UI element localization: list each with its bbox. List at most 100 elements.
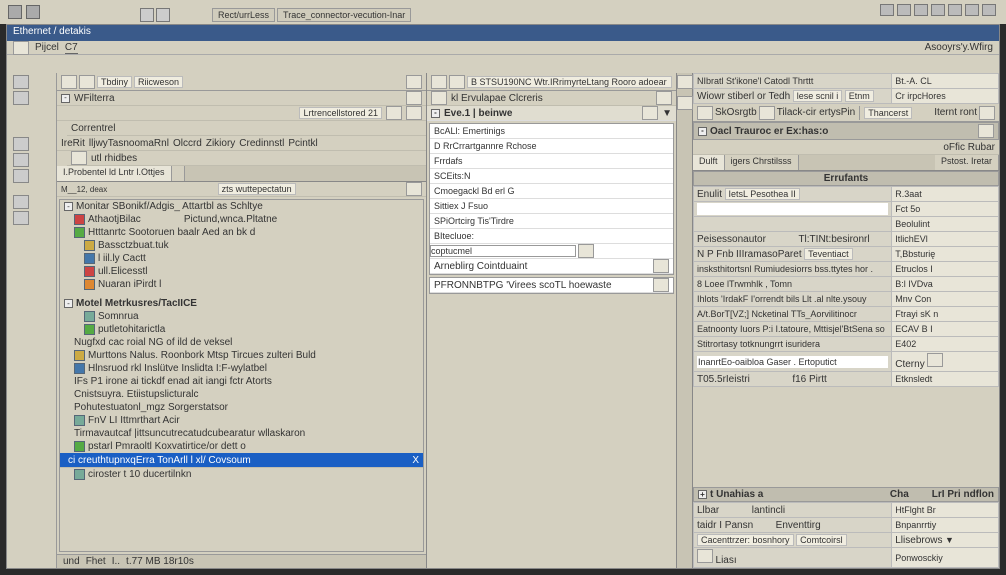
tool-icon[interactable] <box>979 106 995 120</box>
btn[interactable]: Etnm <box>845 90 874 102</box>
tool-label[interactable]: Thancerst <box>864 107 912 119</box>
tree-node[interactable]: Hlnsruod rkl Inslütve Inslidta I:F-wylat… <box>88 363 267 374</box>
prop-val[interactable]: Beolulint <box>892 217 999 232</box>
list-item[interactable]: BcALl: Emertinigs <box>430 124 673 139</box>
tree-node[interactable]: Cnistsuyra. Etiistupslicturalc <box>74 389 198 400</box>
app-icon[interactable] <box>156 8 170 22</box>
edit-icon[interactable] <box>656 91 672 105</box>
prop-val[interactable]: Ftrayi sK n <box>892 307 999 322</box>
tree-node[interactable]: Bassctzbuat.tuk <box>98 240 169 251</box>
menu-item[interactable]: Credinnstl <box>239 138 284 149</box>
prop-input[interactable] <box>697 203 888 215</box>
tree-node[interactable]: FnV LI Ittmrthart Acir <box>88 415 180 426</box>
tool-icon[interactable] <box>431 75 447 89</box>
sys-menu-label[interactable]: Asooyrs'y.Wfirg <box>925 42 993 53</box>
list-item[interactable]: PFRONNBTPG 'Virees scoTL hoewaste <box>430 278 673 293</box>
tree-node[interactable]: IFs P1 irone ai tickdf enad ait iangi fc… <box>74 376 272 387</box>
app-icon[interactable] <box>26 5 40 19</box>
prop-val[interactable]: Ponwosckiy <box>892 548 999 568</box>
list-item[interactable] <box>430 244 673 259</box>
prop-val[interactable]: Fct 5o <box>892 202 999 217</box>
dropdown-icon[interactable] <box>386 106 402 120</box>
tool-icon[interactable] <box>61 75 77 89</box>
tool-icon[interactable] <box>697 549 713 563</box>
gutter-icon[interactable] <box>13 169 29 183</box>
top-tab[interactable]: Rect/urrLess <box>212 8 275 22</box>
splitter-icon[interactable] <box>677 75 693 89</box>
tree-root[interactable]: Monitar SBonikf/Adgis_ Attartbl as Schlt… <box>76 201 263 212</box>
action-icon[interactable] <box>653 278 669 292</box>
breadcrumb[interactable]: Lrtrencellstored 21 <box>299 107 382 119</box>
tray-icon[interactable] <box>965 4 979 16</box>
top-tab[interactable]: Trace_connector-vecution-Inar <box>277 8 411 22</box>
expand-icon[interactable]: - <box>61 94 70 103</box>
field[interactable]: Cacenttrzer: bosnhory <box>697 534 794 546</box>
tree-node[interactable]: Nuaran iPirdt l <box>98 279 161 290</box>
search-field[interactable]: zts wuttepectatun <box>218 183 296 195</box>
tab[interactable]: I.Probentel ld Lntr l.Ottjes <box>57 166 172 181</box>
list-item[interactable]: Sittiex J Fsuo <box>430 199 673 214</box>
list-item[interactable]: D RrCrrartgannre Rchose <box>430 139 673 154</box>
tab[interactable]: Pstost. Iretar <box>935 155 999 170</box>
prop-val[interactable]: ItlichEVl <box>892 232 999 247</box>
prop-val[interactable]: T,Bbsturię <box>892 247 999 262</box>
tool-icon[interactable] <box>759 106 775 120</box>
prop-val[interactable]: Etknsledt <box>892 372 999 387</box>
list-item[interactable]: SCEits:N <box>430 169 673 184</box>
prop-input[interactable] <box>697 356 888 368</box>
gutter-icon[interactable] <box>13 75 29 89</box>
tool-icon[interactable] <box>13 41 29 55</box>
tree-node-selected[interactable]: ci creuthtupnxqErra TonArll l xl/ Covsou… <box>60 453 423 468</box>
dropdown-icon[interactable] <box>578 244 594 258</box>
file-tab[interactable]: WFilterra <box>74 93 115 104</box>
tree-node[interactable]: ull.Elicesstl <box>98 266 147 277</box>
tree-node[interactable]: Murttons Nalus. Roonbork Mtsp Tircues zu… <box>88 350 316 361</box>
tree-node[interactable]: putletohitarictla <box>98 324 165 335</box>
menu-item[interactable]: IreRit <box>61 138 85 149</box>
prop-val[interactable]: Bnpanrrtiy <box>892 518 999 533</box>
app-icon[interactable] <box>140 8 154 22</box>
tree-node[interactable]: l iil.ly Cactt <box>98 253 146 264</box>
gutter-icon[interactable] <box>13 211 29 225</box>
tool-icon[interactable] <box>431 91 447 105</box>
search-icon[interactable] <box>406 182 422 196</box>
section-header[interactable]: +t Unahias aChaLrI Pri ndflon <box>693 487 999 502</box>
tray-icon[interactable] <box>897 4 911 16</box>
tool-icon[interactable] <box>79 75 95 89</box>
tray-icon[interactable] <box>880 4 894 16</box>
field[interactable]: IetsL Pesothea II <box>725 188 800 200</box>
tool-label[interactable]: Riicweson <box>134 76 183 88</box>
splitter[interactable] <box>677 73 693 568</box>
prop-val[interactable]: ECAV B I <box>892 322 999 337</box>
tool-icon[interactable] <box>406 91 422 105</box>
tree-node[interactable]: Nugfxd cac roial NG of ild de veksel <box>74 337 232 348</box>
dropdown-icon[interactable] <box>406 106 422 120</box>
menu-item[interactable]: lljwyTasnoomaRnl <box>89 138 169 149</box>
tree-node[interactable]: Pictund,wnca.Pltatne <box>184 214 277 225</box>
tray-icon[interactable] <box>931 4 945 16</box>
tray-icon[interactable] <box>948 4 962 16</box>
gutter-icon[interactable] <box>13 137 29 151</box>
tool-label[interactable]: Tbdiny <box>97 76 132 88</box>
prop-val[interactable]: E402 <box>892 337 999 352</box>
tab[interactable] <box>172 166 185 181</box>
expand-icon[interactable]: - <box>64 299 73 308</box>
prop-val[interactable]: R.3aat <box>892 187 999 202</box>
events-list[interactable]: BcALl: Emertinigs D RrCrrartgannre Rchos… <box>429 123 674 275</box>
list-item[interactable]: SPiOrtcirg Tis'Tirdre <box>430 214 673 229</box>
tool-label[interactable]: Tilack-cir ertysPin <box>777 107 856 118</box>
menu-item[interactable]: Pcintkl <box>288 138 317 149</box>
tray-icon[interactable] <box>982 4 996 16</box>
btn[interactable]: Teventiact <box>804 248 853 260</box>
menu-item[interactable]: Zikiory <box>206 138 235 149</box>
tool-icon[interactable] <box>406 75 422 89</box>
tree-node[interactable]: Pohutestuatonl_mgz Sorgerstatsor <box>74 402 228 413</box>
expand-icon[interactable]: - <box>431 109 440 118</box>
prop-val[interactable]: Mnv Con <box>892 292 999 307</box>
expand-icon[interactable]: - <box>64 202 73 211</box>
list-item[interactable]: Frrdafs <box>430 154 673 169</box>
list-input[interactable] <box>430 245 576 257</box>
prop-val[interactable]: HtFlght Br <box>892 503 999 518</box>
section-header[interactable]: -Oacl Trauroc er Ex:has:o <box>693 122 999 140</box>
tree-node[interactable]: Somnrua <box>98 311 139 322</box>
